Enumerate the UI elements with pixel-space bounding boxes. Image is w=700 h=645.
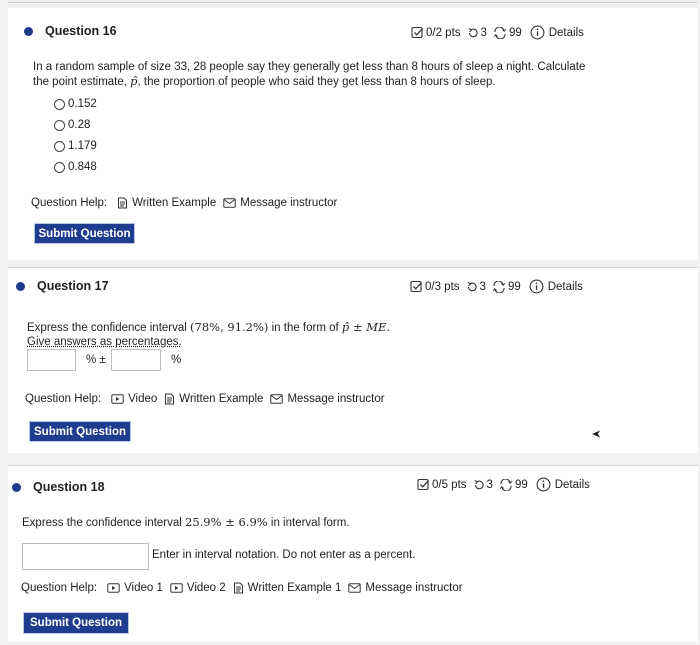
info-icon[interactable] (529, 279, 544, 294)
question-18-header: Question 18 (12, 480, 105, 494)
question-17-meta: 0/3 pts 3 99 Details (410, 279, 583, 294)
question-17-points: 0/3 pts (425, 280, 460, 293)
question-16-option[interactable]: 0.28 (54, 119, 90, 131)
radio-icon[interactable] (54, 119, 65, 131)
message-instructor-link[interactable]: Message instructor (270, 393, 385, 405)
question-16-header: Question 16 (24, 24, 117, 38)
document-icon (165, 393, 175, 405)
question-17-submit-button[interactable]: Submit Question (29, 421, 131, 442)
radio-icon[interactable] (54, 98, 65, 110)
question-18-submit-button[interactable]: Submit Question (23, 612, 129, 634)
question-18-meta: 0/5 pts 3 99 Details (417, 477, 590, 492)
interval-expression: (78%, 91.2%) (190, 320, 269, 334)
interval-expression: 25.9% ± 6.9% (185, 515, 268, 529)
document-icon (233, 582, 243, 594)
question-16-title: Question 16 (45, 24, 117, 38)
point-estimate-input[interactable] (27, 349, 76, 371)
document-icon (118, 197, 128, 209)
question-18-help: Question Help: Video 1 Video 2 Written E… (21, 582, 470, 594)
retry-icon (468, 27, 478, 37)
submissions-icon (492, 280, 506, 293)
envelope-icon (348, 583, 362, 593)
question-17-prompt-line-1: Express the confidence interval (78%, 91… (27, 320, 391, 334)
written-example-link[interactable]: Written Example (164, 393, 263, 405)
top-divider (8, 2, 698, 3)
question-18-points: 0/5 pts (432, 478, 467, 491)
question-bullet-icon (12, 482, 21, 492)
question-16-option[interactable]: 0.848 (54, 161, 97, 173)
video-icon (107, 583, 120, 593)
question-16-submissions: 99 (508, 26, 522, 39)
question-16-prompt-line-2: the point estimate, p̂, the proportion o… (33, 74, 496, 88)
radio-icon[interactable] (54, 161, 65, 173)
question-17-tries: 3 (479, 280, 486, 293)
checkbox-icon (411, 26, 423, 39)
video-icon (111, 394, 124, 404)
question-17-title: Question 17 (37, 279, 109, 293)
question-18-submissions: 99 (514, 478, 528, 491)
question-16-submit-button[interactable]: Submit Question (34, 223, 135, 244)
message-instructor-link[interactable]: Message instructor (223, 197, 337, 209)
interval-hint: Enter in interval notation. Do not enter… (152, 549, 416, 561)
question-16-prompt-line-1: In a random sample of size 33, 28 people… (33, 61, 586, 73)
question-bullet-icon (16, 281, 25, 291)
retry-icon (467, 281, 477, 291)
question-help-label: Question Help: (31, 197, 108, 209)
question-18-tries: 3 (486, 478, 493, 491)
written-example-link[interactable]: Written Example (117, 197, 216, 209)
question-18-title: Question 18 (33, 480, 105, 494)
submissions-icon (499, 478, 513, 491)
question-16-option[interactable]: 1.179 (54, 140, 97, 152)
question-help-label: Question Help: (25, 393, 102, 405)
question-17-help: Question Help: Video Written Example Mes… (25, 393, 392, 405)
video-2-link[interactable]: Video 2 (170, 582, 226, 594)
cursor-icon (592, 430, 600, 438)
video-icon (170, 583, 183, 593)
submissions-icon (493, 26, 507, 39)
margin-of-error-input[interactable] (111, 349, 161, 371)
question-17-header: Question 17 (16, 279, 109, 293)
question-18-details-link[interactable]: Details (555, 479, 590, 491)
message-instructor-link[interactable]: Message instructor (348, 582, 463, 594)
checkbox-icon (417, 478, 429, 491)
video-link[interactable]: Video (111, 393, 157, 405)
envelope-icon (270, 394, 284, 404)
question-17-details-link[interactable]: Details (548, 281, 583, 293)
p-hat-symbol: p̂ (130, 74, 138, 88)
written-example-1-link[interactable]: Written Example 1 (233, 582, 341, 594)
question-16-points: 0/2 pts (426, 26, 461, 39)
question-17-submissions: 99 (507, 280, 521, 293)
form-expression: p̂ ± ME. (341, 320, 391, 334)
envelope-icon (223, 198, 236, 208)
question-17-prompt-line-2: Give answers as percentages. (27, 336, 182, 348)
info-icon[interactable] (536, 477, 551, 492)
interval-answer-input[interactable] (22, 543, 149, 570)
question-16-meta: 0/2 pts 3 99 Details (411, 25, 584, 40)
video-1-link[interactable]: Video 1 (107, 582, 163, 594)
percent-plus-minus-label: % ± (86, 354, 106, 366)
question-16-tries: 3 (480, 26, 487, 39)
retry-icon (474, 479, 484, 489)
checkbox-icon (410, 280, 422, 293)
radio-icon[interactable] (54, 140, 65, 152)
question-16-details-link[interactable]: Details (549, 27, 584, 39)
info-icon[interactable] (530, 25, 545, 40)
question-help-label: Question Help: (21, 582, 98, 594)
question-16-option[interactable]: 0.152 (54, 98, 97, 110)
question-16-help: Question Help: Written Example Message i… (31, 197, 344, 209)
percent-label: % (171, 354, 182, 366)
question-18-prompt: Express the confidence interval 25.9% ± … (22, 515, 350, 529)
question-bullet-icon (24, 26, 33, 36)
